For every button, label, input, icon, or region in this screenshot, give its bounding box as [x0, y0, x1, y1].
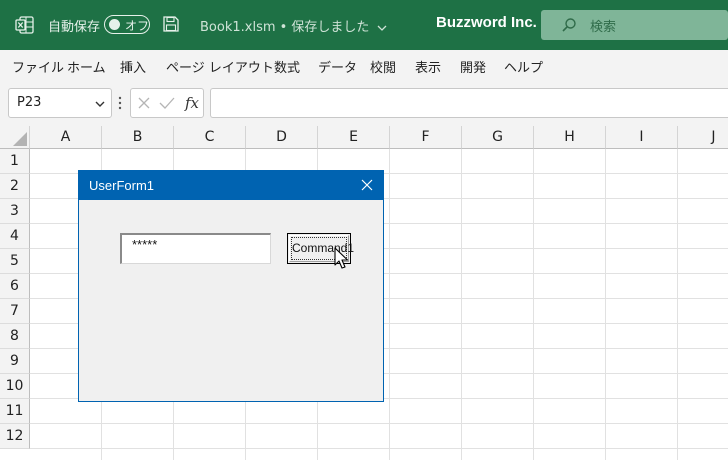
tab-home[interactable]: ホーム [67, 57, 106, 76]
password-textbox[interactable]: ***** [120, 233, 271, 264]
column-header-a[interactable]: A [30, 126, 102, 149]
tab-insert[interactable]: 挿入 [120, 57, 146, 76]
title-bar: 自動保存 オフ Book1.xlsm • 保存しました Buzzword Inc… [0, 0, 728, 50]
grid-column-line [461, 149, 462, 460]
row-header-11[interactable]: 11 [0, 399, 30, 424]
row-header-5[interactable]: 5 [0, 249, 30, 274]
account-name: Buzzword Inc. [436, 14, 537, 31]
insert-function-button[interactable]: fx [185, 94, 199, 112]
chevron-down-icon [377, 25, 387, 31]
row-header-9[interactable]: 9 [0, 349, 30, 374]
tab-developer[interactable]: 開発 [460, 57, 486, 76]
save-icon[interactable] [162, 15, 180, 33]
toggle-knob [109, 19, 120, 30]
name-box[interactable]: P23 [8, 88, 112, 118]
password-textbox-value: ***** [132, 237, 158, 252]
ribbon-tabs: ファイル ホーム 挿入 ページ レイアウト 数式 データ 校閲 表示 開発 ヘル… [0, 50, 728, 81]
row-header-10[interactable]: 10 [0, 374, 30, 399]
enter-check-icon[interactable] [159, 96, 175, 110]
column-header-d[interactable]: D [246, 126, 318, 149]
column-header-g[interactable]: G [462, 126, 534, 149]
tab-formulas[interactable]: 数式 [274, 57, 300, 76]
document-title: Book1.xlsm • 保存しました [200, 20, 370, 35]
row-header-1[interactable]: 1 [0, 149, 30, 174]
select-all-triangle-icon [13, 132, 27, 146]
formula-bar: P23 fx [0, 81, 728, 126]
column-header-b[interactable]: B [102, 126, 174, 149]
row-header-6[interactable]: 6 [0, 274, 30, 299]
row-header-3[interactable]: 3 [0, 199, 30, 224]
column-header-f[interactable]: F [390, 126, 462, 149]
userform-titlebar[interactable]: UserForm1 [79, 171, 383, 200]
column-header-i[interactable]: I [606, 126, 678, 149]
search-icon [562, 18, 576, 32]
select-all-corner[interactable] [0, 126, 30, 149]
excel-app-icon [15, 16, 34, 34]
tab-file[interactable]: ファイル [12, 57, 64, 76]
row-header-8[interactable]: 8 [0, 324, 30, 349]
row-header-2[interactable]: 2 [0, 174, 30, 199]
grid-column-line [605, 149, 606, 460]
autosave-toggle-label: オフ [125, 19, 150, 33]
autosave-label: 自動保存 [48, 20, 101, 35]
autosave-toggle[interactable]: オフ [104, 15, 150, 34]
tab-help[interactable]: ヘルプ [504, 57, 543, 76]
document-title-dropdown[interactable]: Book1.xlsm • 保存しました [200, 16, 387, 35]
grid-column-line [389, 149, 390, 460]
tab-data[interactable]: データ [318, 57, 357, 76]
tab-review[interactable]: 校閲 [370, 57, 396, 76]
search-box[interactable]: 検索 [541, 10, 728, 40]
column-header-c[interactable]: C [174, 126, 246, 149]
tab-page-layout[interactable]: ページ レイアウト [166, 57, 274, 76]
grid-column-line [533, 149, 534, 460]
userform-dialog: UserForm1 ***** Command1 [78, 170, 384, 402]
tab-view[interactable]: 表示 [415, 57, 441, 76]
column-header-j[interactable]: J [678, 126, 728, 149]
grid-row-line [30, 423, 728, 424]
grid-row-line [30, 448, 728, 449]
row-header-4[interactable]: 4 [0, 224, 30, 249]
more-options-icon[interactable] [118, 93, 122, 113]
row-header-7[interactable]: 7 [0, 299, 30, 324]
grid-column-line [677, 149, 678, 460]
cancel-icon[interactable] [137, 96, 151, 110]
formula-input[interactable] [210, 88, 728, 118]
userform-title: UserForm1 [89, 178, 155, 193]
close-icon[interactable] [361, 179, 373, 191]
chevron-down-icon [95, 101, 105, 107]
row-header-12[interactable]: 12 [0, 424, 30, 449]
formula-buttons: fx [130, 88, 204, 118]
name-box-value: P23 [17, 95, 42, 110]
mouse-pointer-icon [334, 247, 349, 269]
column-header-e[interactable]: E [318, 126, 390, 149]
column-header-h[interactable]: H [534, 126, 606, 149]
search-placeholder: 検索 [590, 20, 617, 35]
